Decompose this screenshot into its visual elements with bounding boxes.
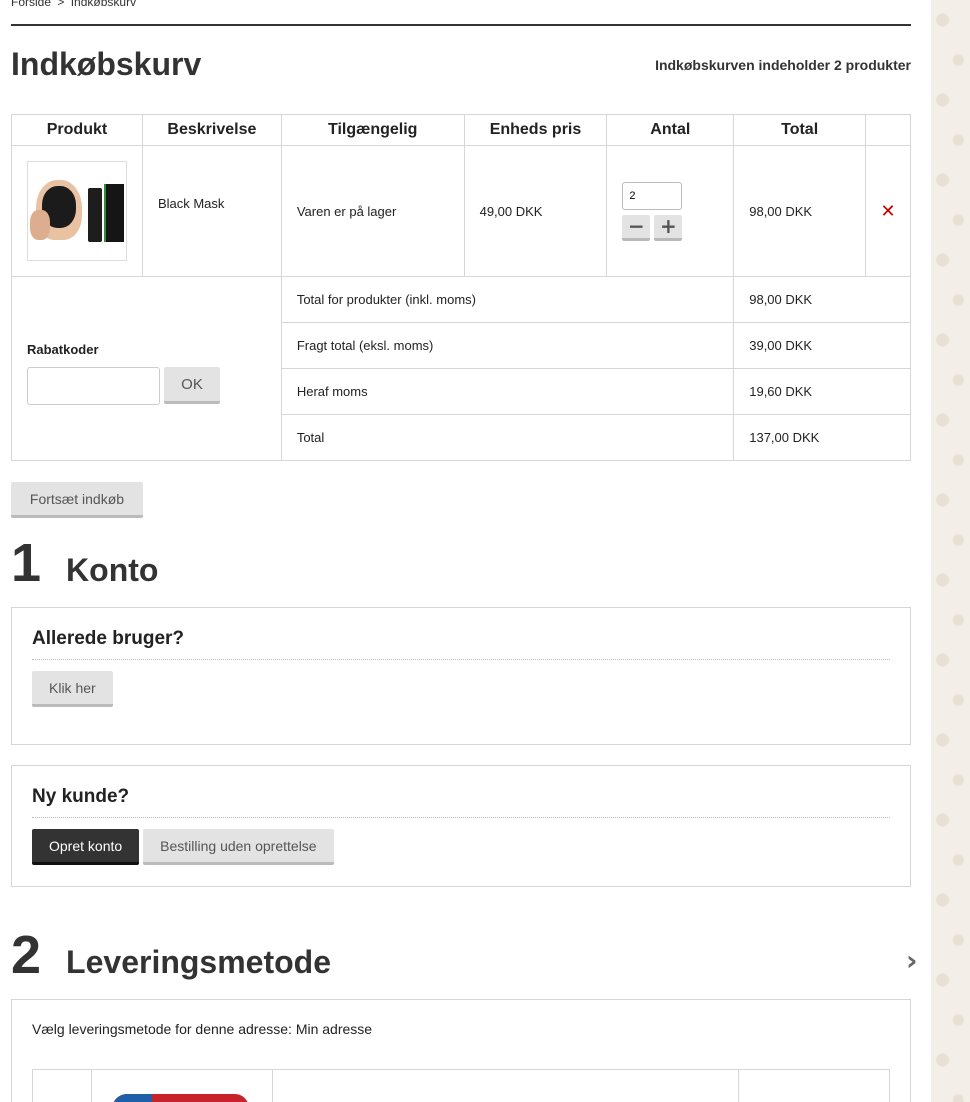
delivery-options-table — [32, 1069, 890, 1102]
cart-count-text: Indkøbskurven indeholder 2 produkter — [655, 57, 911, 73]
black-mask-product-image[interactable] — [27, 161, 127, 261]
continue-shopping-button[interactable]: Fortsæt indkøb — [11, 482, 143, 518]
header-unit-price: Enheds pris — [463, 114, 608, 146]
chevron-right-icon[interactable]: › — [906, 944, 918, 977]
product-image-cell — [11, 145, 143, 277]
page-title: Indkøbskurv — [11, 46, 202, 82]
header-divider — [11, 24, 911, 26]
breadcrumb-current: Indkøbskurv — [70, 0, 137, 9]
image-box — [104, 184, 124, 242]
summary-row: Rabatkoder OK Total for produkter (inkl.… — [11, 276, 911, 461]
step-number: 2 — [11, 925, 42, 985]
step-2-header: 2 Leveringsmetode — [11, 924, 331, 986]
quantity-cell: − + — [606, 145, 735, 277]
login-button[interactable]: Klik her — [32, 671, 113, 707]
header-product: Produkt — [11, 114, 143, 146]
summary-value: 19,60 DKK — [733, 368, 911, 415]
remove-cell: ✕ — [865, 145, 911, 277]
summary-label: Total for produkter (inkl. moms) — [280, 276, 735, 323]
summary-label: Total — [280, 414, 735, 461]
product-description[interactable]: Black Mask — [141, 145, 282, 277]
summary-value: 137,00 DKK — [733, 414, 911, 461]
breadcrumb-separator: > — [57, 0, 65, 9]
product-unit-price: 49,00 DKK — [463, 145, 608, 277]
coupon-cell: Rabatkoder OK — [11, 276, 282, 461]
header-description: Beskrivelse — [141, 114, 282, 146]
cart-header-row: Produkt Beskrivelse Tilgængelig Enheds p… — [11, 114, 911, 146]
create-account-button[interactable]: Opret konto — [32, 829, 140, 865]
image-hand — [30, 210, 50, 240]
cart-item-row: Black Mask Varen er på lager 49,00 DKK −… — [11, 145, 911, 277]
delivery-logo-cell — [92, 1070, 273, 1102]
step-title: Konto — [66, 552, 159, 588]
header-quantity: Antal — [606, 114, 735, 146]
delivery-price-cell — [739, 1070, 889, 1102]
summary-value: 98,00 DKK — [733, 276, 911, 323]
coupon-label: Rabatkoder — [27, 342, 99, 357]
quantity-input[interactable] — [622, 181, 683, 210]
delivery-radio-cell[interactable] — [33, 1070, 92, 1102]
delivery-method-panel: Vælg leveringsmetode for denne adresse: … — [11, 999, 911, 1102]
existing-user-panel: Allerede bruger? Klik her — [11, 607, 911, 745]
summary-label: Heraf moms — [280, 368, 735, 415]
header-remove — [865, 114, 911, 146]
breadcrumb-home-link[interactable]: Forside — [11, 0, 51, 9]
delivery-instruction: Vælg leveringsmetode for denne adresse: … — [32, 1021, 373, 1037]
summary-value: 39,00 DKK — [733, 322, 911, 369]
remove-item-icon[interactable]: ✕ — [880, 201, 895, 222]
header-availability: Tilgængelig — [280, 114, 465, 146]
cart-table: Produkt Beskrivelse Tilgængelig Enheds p… — [11, 114, 911, 461]
summary-label: Fragt total (eksl. moms) — [280, 322, 735, 369]
new-customer-heading: Ny kunde? — [32, 786, 890, 818]
background-pattern — [931, 0, 970, 1102]
step-1-header: 1 Konto — [11, 532, 158, 594]
breadcrumb: Forside > Indkøbskurv — [11, 0, 139, 9]
delivery-description-cell — [273, 1070, 739, 1102]
guest-checkout-button[interactable]: Bestilling uden oprettelse — [143, 829, 334, 865]
product-availability: Varen er på lager — [280, 145, 465, 277]
carrier-logo — [112, 1094, 250, 1102]
coupon-input[interactable] — [27, 367, 160, 405]
quantity-decrease-button[interactable]: − — [622, 214, 651, 241]
step-title: Leveringsmetode — [66, 944, 332, 980]
quantity-increase-button[interactable]: + — [654, 214, 683, 241]
image-tube — [88, 188, 102, 242]
coupon-ok-button[interactable]: OK — [164, 367, 220, 404]
step-number: 1 — [11, 533, 42, 593]
product-line-total: 98,00 DKK — [733, 145, 867, 277]
new-customer-panel: Ny kunde? Opret konto Bestilling uden op… — [11, 765, 911, 887]
existing-user-heading: Allerede bruger? — [32, 628, 890, 660]
header-total: Total — [733, 114, 867, 146]
